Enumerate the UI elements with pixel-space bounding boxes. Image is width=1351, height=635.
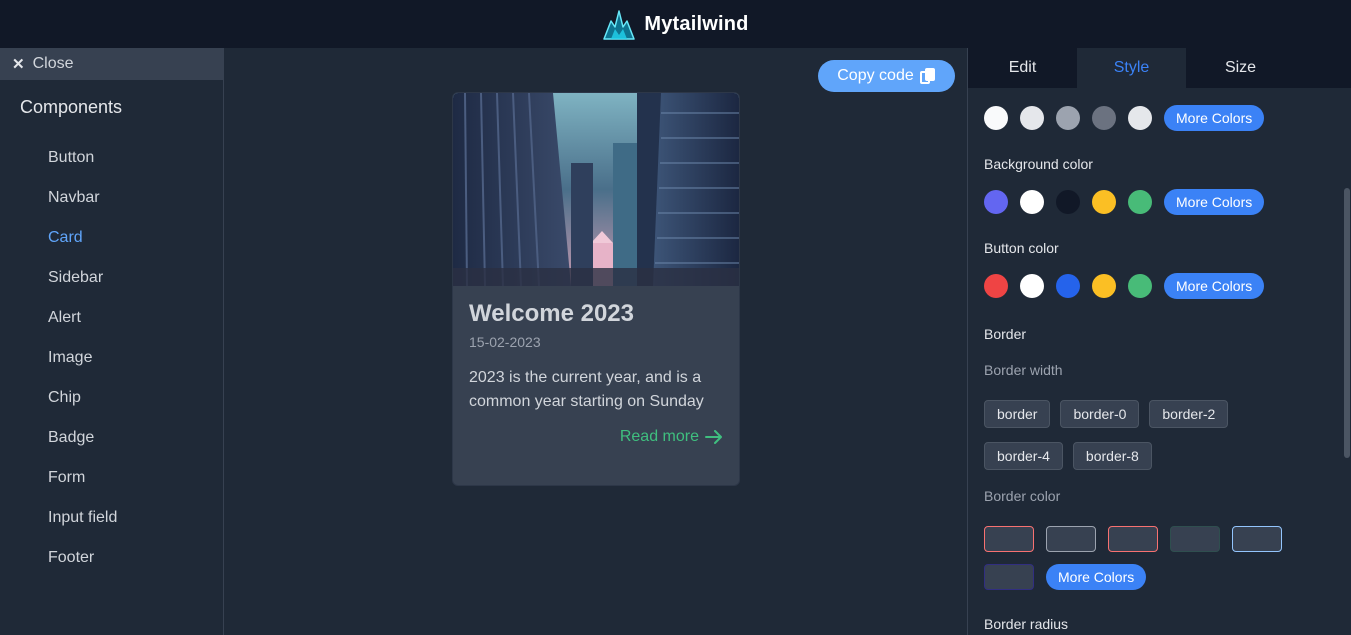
city-buildings-image [453,93,739,286]
border-color-swatch[interactable] [1108,526,1158,552]
color-swatch[interactable] [1020,190,1044,214]
border-color-swatch[interactable] [1232,526,1282,552]
border-radius-label: Border radius [984,616,1069,632]
color-swatch[interactable] [1020,106,1044,130]
tab-style[interactable]: Style [1077,48,1186,88]
sidebar-item-image[interactable]: Image [0,338,223,378]
sidebar-item-sidebar[interactable]: Sidebar [0,258,223,298]
sidebar-item-form[interactable]: Form [0,458,223,498]
color-swatch[interactable] [1092,190,1116,214]
tab-size[interactable]: Size [1186,48,1295,88]
border-width-row: border border-0 border-2 [984,400,1342,428]
background-color-row: More Colors [984,188,1342,216]
border-width-row: border-4 border-8 [984,442,1342,470]
sidebar-item-footer[interactable]: Footer [0,538,223,578]
sidebar-item-alert[interactable]: Alert [0,298,223,338]
preview-area: Copy code Welcome 2023 15-02-2023 2023 i… [224,48,967,635]
border-color-swatch[interactable] [1170,526,1220,552]
button-color-label: Button color [984,240,1059,256]
border-color-row [984,526,1342,552]
color-swatch[interactable] [1056,190,1080,214]
color-swatch[interactable] [1128,106,1152,130]
sidebar-item-input-field[interactable]: Input field [0,498,223,538]
card-date: 15-02-2023 [469,334,541,350]
close-icon: ✕ [12,56,25,73]
border-color-label: Border color [984,488,1061,504]
border-width-chip[interactable]: border-4 [984,442,1063,470]
card-preview: Welcome 2023 15-02-2023 2023 is the curr… [452,92,740,486]
arrow-right-icon [705,430,722,444]
copy-code-label: Copy code [837,67,914,84]
color-swatch[interactable] [1128,190,1152,214]
sidebar-item-button[interactable]: Button [0,138,223,178]
more-colors-button[interactable]: More Colors [1164,189,1265,215]
copy-code-button[interactable]: Copy code [818,60,955,92]
style-panel: Edit Style Size More Colors Background c… [967,48,1351,635]
border-label: Border [984,326,1027,342]
read-more-link[interactable]: Read more [469,428,723,446]
components-heading: Components [20,97,123,117]
card-text: 2023 is the current year, and is a commo… [469,369,704,410]
border-color-row: More Colors [984,564,1342,590]
card-title: Welcome 2023 [469,300,634,327]
color-swatch[interactable] [984,274,1008,298]
style-options: More Colors Background color More Colors… [968,88,1342,635]
color-swatch[interactable] [1092,106,1116,130]
sidebar-item-chip[interactable]: Chip [0,378,223,418]
border-width-chip[interactable]: border-2 [1149,400,1229,428]
panel-tabs: Edit Style Size [968,48,1351,88]
components-sidebar: ✕ Close Components Button Navbar Card Si… [0,48,224,635]
sidebar-item-navbar[interactable]: Navbar [0,178,223,218]
background-color-label: Background color [984,156,1093,172]
top-navbar: Mytailwind [0,0,1351,48]
color-swatch[interactable] [1092,274,1116,298]
color-swatch[interactable] [1056,106,1080,130]
button-color-row: More Colors [984,272,1342,300]
close-label: Close [32,55,74,72]
color-swatch[interactable] [1020,274,1044,298]
copy-icon [919,68,936,84]
border-width-chip[interactable]: border-0 [1060,400,1140,428]
color-swatch[interactable] [984,190,1008,214]
close-button[interactable]: ✕ Close [0,48,223,80]
border-color-swatch[interactable] [984,526,1034,552]
brand[interactable]: Mytailwind [602,7,748,41]
border-width-label: Border width [984,362,1063,378]
color-swatch[interactable] [1128,274,1152,298]
tab-edit[interactable]: Edit [968,48,1077,88]
border-color-swatch[interactable] [1046,526,1096,552]
sidebar-item-badge[interactable]: Badge [0,418,223,458]
border-width-chip[interactable]: border [984,400,1051,428]
border-color-swatch[interactable] [984,564,1034,590]
more-colors-button[interactable]: More Colors [1164,105,1265,131]
sidebar-item-card[interactable]: Card [0,218,223,258]
read-more-label: Read more [619,428,699,445]
more-colors-button[interactable]: More Colors [1046,564,1147,590]
text-color-row: More Colors [984,104,1342,132]
color-swatch[interactable] [984,106,1008,130]
more-colors-button[interactable]: More Colors [1164,273,1265,299]
mountain-logo-icon [603,10,636,40]
scrollbar-thumb[interactable] [1344,188,1350,458]
color-swatch[interactable] [1056,274,1080,298]
border-width-chip[interactable]: border-8 [1072,442,1152,470]
panel-scrollbar[interactable] [1342,88,1351,635]
components-list: Button Navbar Card Sidebar Alert Image C… [0,138,223,578]
brand-name: Mytailwind [644,12,749,35]
